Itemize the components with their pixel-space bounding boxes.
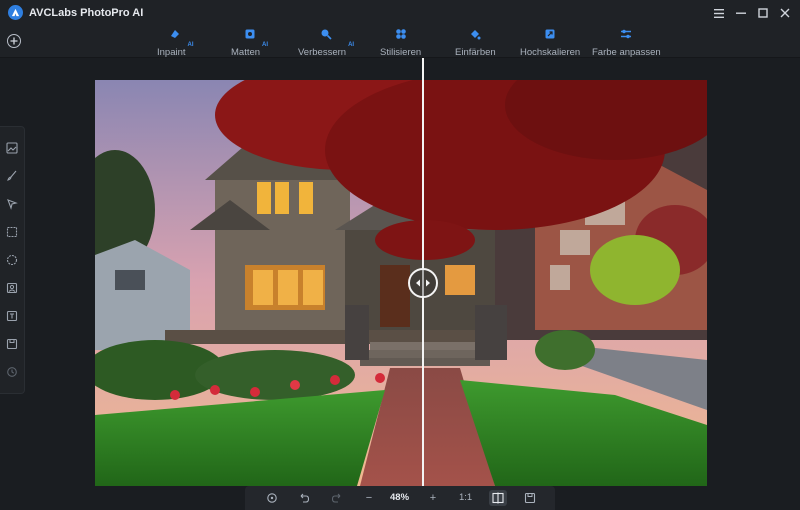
zoom-out-button[interactable]: − bbox=[362, 491, 376, 505]
minimize-icon[interactable] bbox=[732, 4, 750, 22]
tool-label: Inpaint bbox=[157, 47, 186, 58]
lasso-icon[interactable] bbox=[5, 253, 19, 267]
left-tool-rail bbox=[0, 126, 25, 394]
menu-icon[interactable] bbox=[710, 4, 728, 22]
tool-label: Einfärben bbox=[455, 47, 496, 58]
text-recognition-icon[interactable] bbox=[5, 309, 19, 323]
portrait-icon[interactable] bbox=[5, 281, 19, 295]
compare-view-icon[interactable] bbox=[489, 490, 507, 506]
save-layer-icon[interactable] bbox=[5, 337, 19, 351]
upscale-icon bbox=[545, 29, 555, 39]
adjust-color-icon bbox=[621, 29, 632, 39]
inpaint-icon bbox=[171, 30, 180, 38]
history-icon[interactable] bbox=[5, 365, 19, 379]
tool-stylize[interactable]: Stilisieren bbox=[380, 28, 422, 58]
tool-label: Stilisieren bbox=[380, 47, 422, 58]
image-icon[interactable] bbox=[5, 141, 19, 155]
reset-icon[interactable] bbox=[265, 491, 279, 505]
undo-icon[interactable] bbox=[297, 491, 311, 505]
tool-inpaint[interactable]: InpaintAI bbox=[157, 28, 194, 58]
left-right-arrows-icon bbox=[416, 279, 430, 287]
maximize-icon[interactable] bbox=[754, 4, 772, 22]
select-arrow-icon[interactable] bbox=[5, 197, 19, 211]
zoom-in-button[interactable]: + bbox=[426, 491, 440, 505]
tool-adjust-color[interactable]: Farbe anpassen bbox=[592, 28, 661, 58]
main-toolbar: InpaintAI MattenAI VerbessernAI Stilisie… bbox=[0, 26, 800, 58]
bottom-control-bar: − 48% + 1:1 bbox=[245, 486, 555, 510]
save-icon[interactable] bbox=[523, 491, 537, 505]
close-icon[interactable] bbox=[776, 4, 794, 22]
zoom-level: 48% bbox=[390, 492, 410, 503]
rectangle-select-icon[interactable] bbox=[5, 225, 19, 239]
tool-label: Matten bbox=[231, 47, 261, 58]
tool-label: Verbessern bbox=[298, 47, 347, 58]
tool-upscale[interactable]: Hochskalieren bbox=[520, 28, 581, 58]
tool-matte[interactable]: MattenAI bbox=[231, 28, 269, 58]
ai-badge: AI bbox=[262, 42, 269, 48]
redo-icon[interactable] bbox=[330, 491, 344, 505]
app-title: AVCLabs PhotoPro AI bbox=[29, 7, 144, 19]
colorize-icon bbox=[471, 30, 481, 40]
compare-slider-handle[interactable] bbox=[408, 268, 438, 298]
tool-colorize[interactable]: Einfärben bbox=[455, 28, 496, 58]
ai-badge: AI bbox=[348, 42, 355, 48]
enhance-icon bbox=[321, 29, 332, 40]
house-photo-image bbox=[95, 80, 707, 486]
brush-icon[interactable] bbox=[5, 169, 19, 183]
tool-label: Hochskalieren bbox=[520, 47, 581, 58]
actual-size-button[interactable]: 1:1 bbox=[459, 492, 472, 503]
ai-badge: AI bbox=[187, 42, 194, 48]
app-logo-icon bbox=[8, 5, 23, 20]
image-canvas[interactable] bbox=[95, 80, 707, 486]
title-bar: AVCLabs PhotoPro AI bbox=[0, 0, 800, 26]
add-image-button[interactable] bbox=[7, 34, 21, 48]
stylize-icon bbox=[395, 29, 406, 39]
tool-enhance[interactable]: VerbessernAI bbox=[298, 28, 355, 58]
matte-icon bbox=[245, 29, 255, 39]
tool-label: Farbe anpassen bbox=[592, 47, 661, 58]
